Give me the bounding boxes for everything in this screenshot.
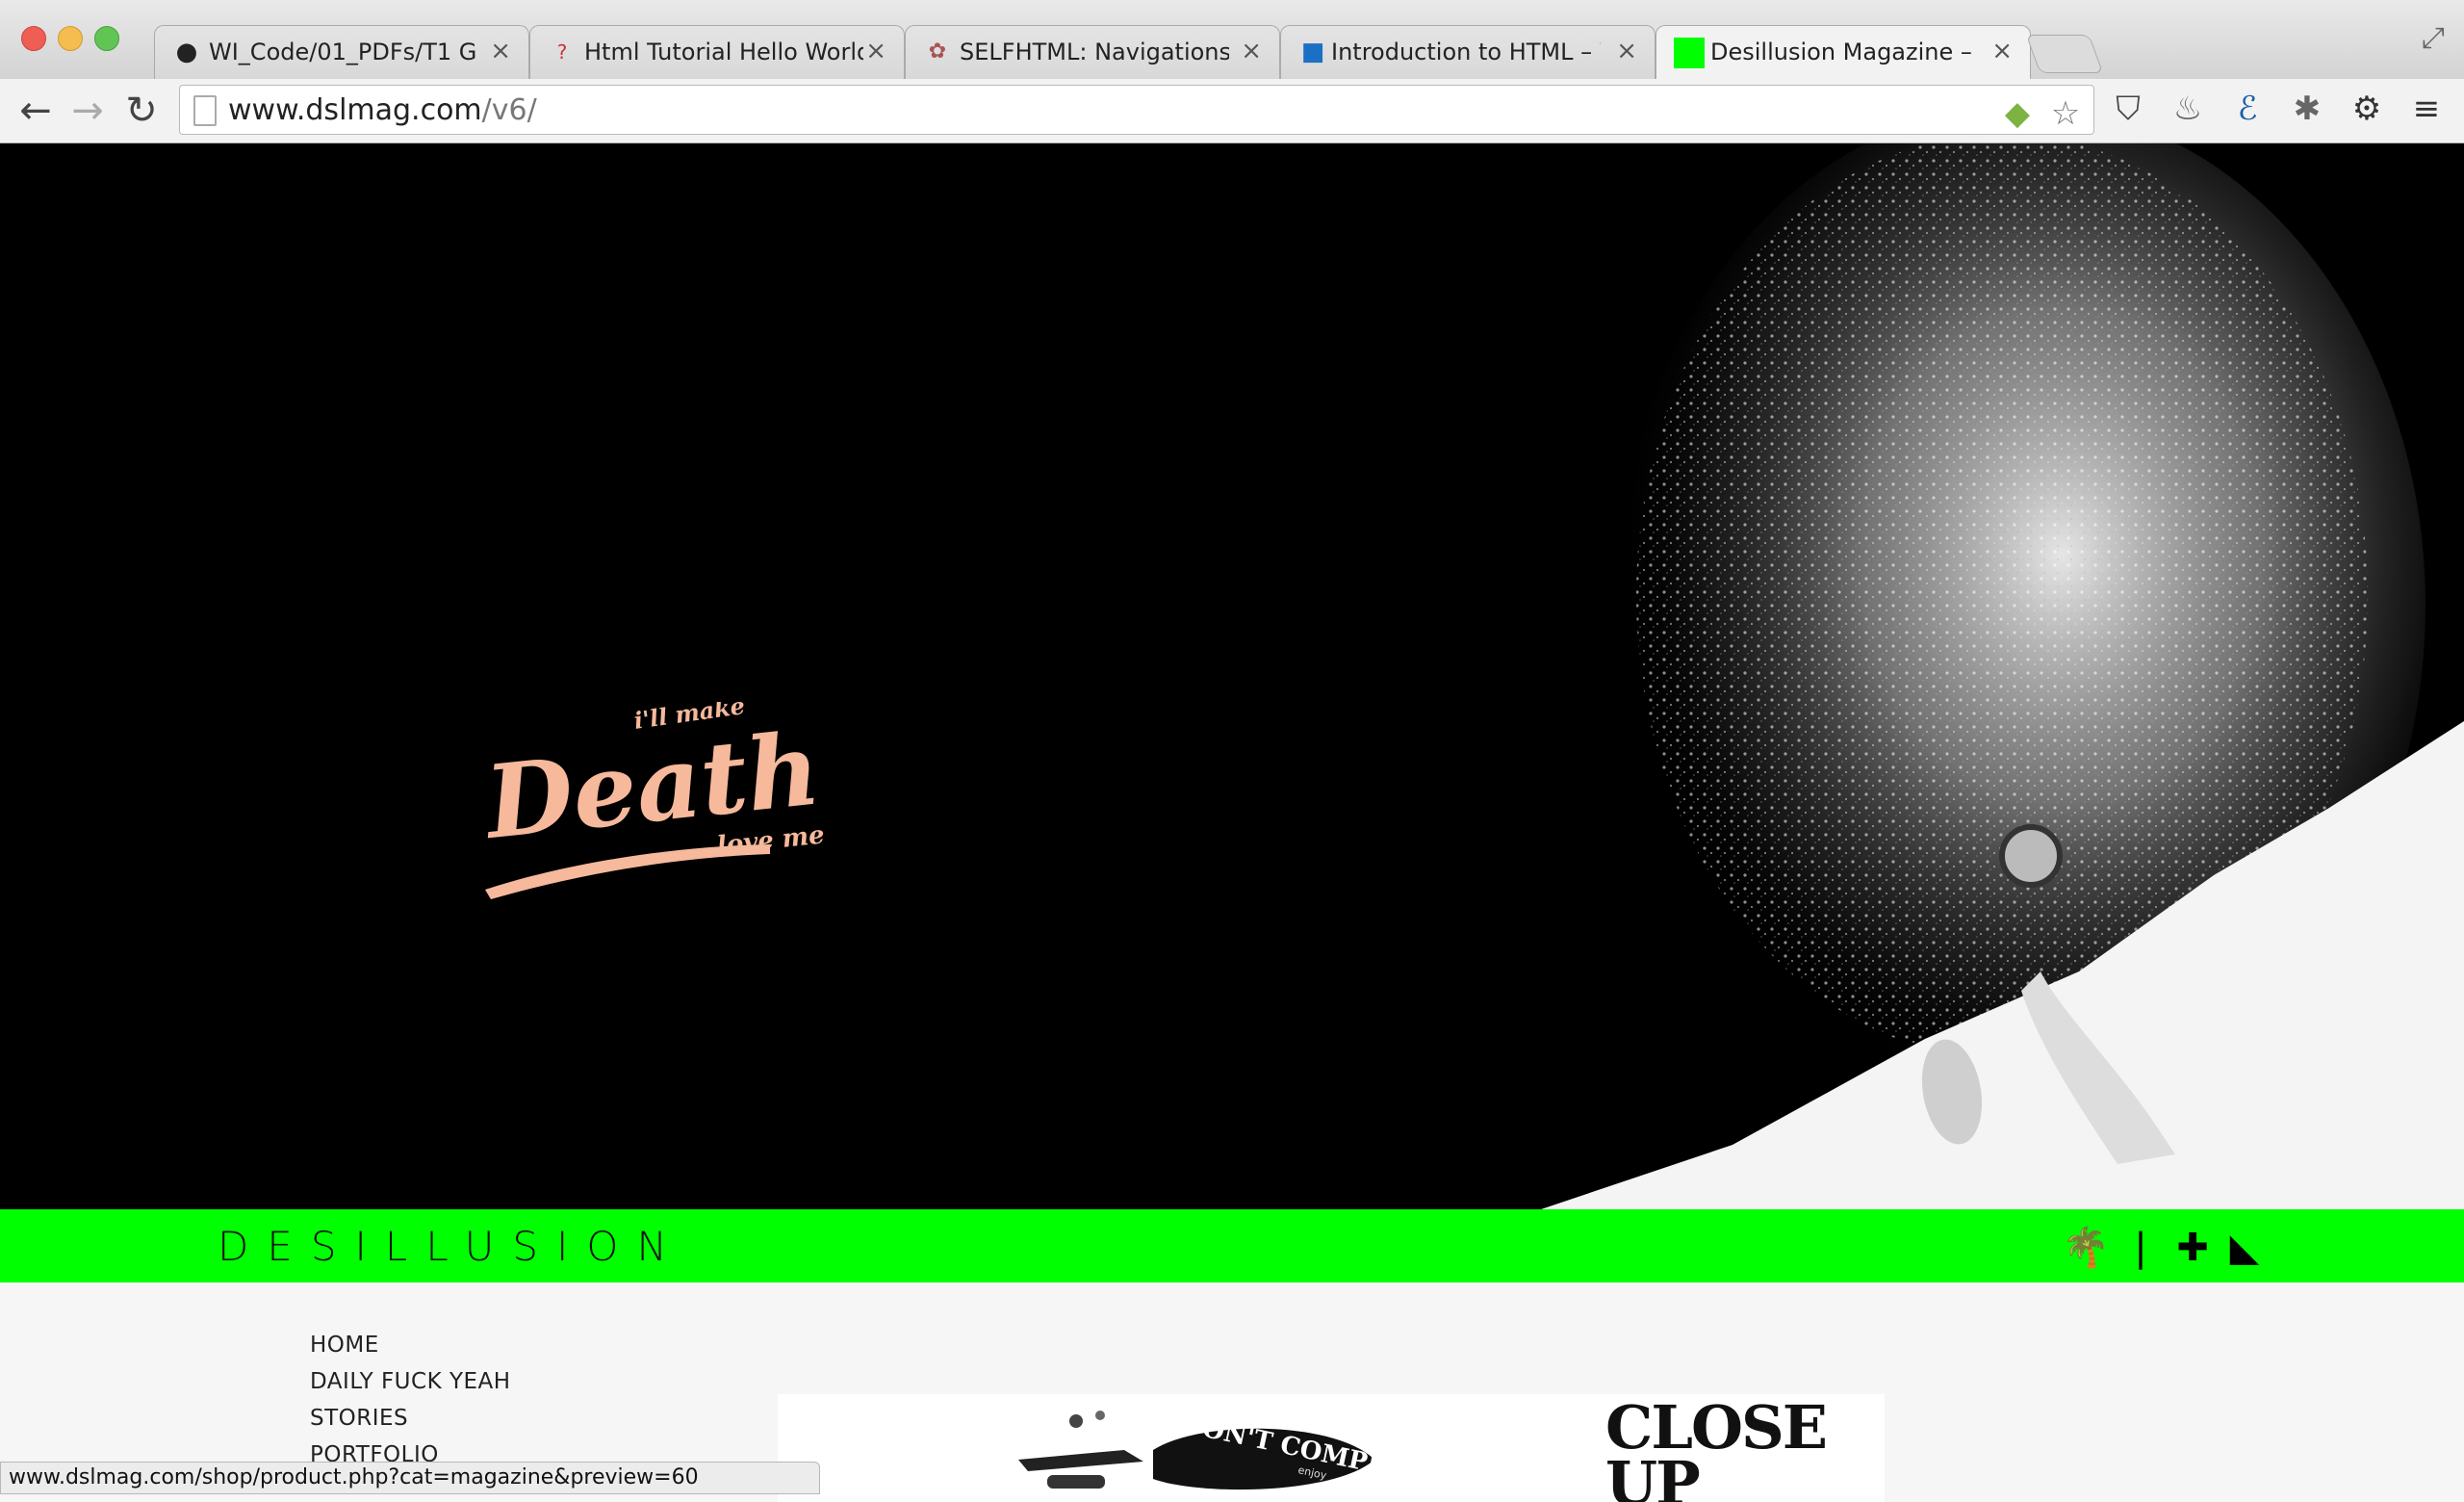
menu-item-daily[interactable]: DAILY FUCK YEAH — [310, 1363, 511, 1400]
close-icon[interactable]: × — [490, 36, 511, 66]
menu-icon[interactable]: ≡ — [2406, 89, 2447, 129]
url-text: www.dslmag.com/v6/ — [228, 93, 537, 127]
close-icon[interactable]: × — [1991, 36, 2013, 66]
skateboard-image[interactable]: DON'T COMPETE enjoy — [1009, 1402, 1394, 1502]
tab-title: SELFHTML: Navigationshilf — [960, 39, 1229, 65]
tab-title: Introduction to HTML – We — [1331, 39, 1601, 65]
shop-preview-panel[interactable]: DON'T COMPETE enjoy CLOSE UP — [778, 1394, 1885, 1502]
tab-title: Desillusion Magazine – Dsl — [1710, 39, 1980, 65]
zoom-window-button[interactable] — [94, 26, 119, 51]
gear-icon[interactable]: ⚙ — [2347, 89, 2387, 129]
github-icon: ● — [175, 38, 198, 66]
close-icon[interactable]: × — [1616, 36, 1637, 66]
close-window-button[interactable] — [21, 26, 46, 51]
tab-html-tutorial[interactable]: ? Html Tutorial Hello World × — [529, 25, 905, 79]
tab-github[interactable]: ● WI_Code/01_PDFs/T1 Gru × — [154, 25, 529, 79]
brand-logo[interactable]: DESILLUSION — [218, 1225, 685, 1269]
browser-toolbar: ← → ↻ www.dslmag.com/v6/ ◆ ☆ ⛉ ♨ ℰ ✱ ⚙ ≡ — [0, 79, 2464, 143]
hero-section: i'll make Death love me — [0, 143, 2464, 1209]
death-logo: i'll make Death love me — [481, 702, 826, 899]
html-tutorial-icon: ? — [556, 40, 568, 64]
pocket-icon[interactable]: ⛉ — [2108, 89, 2148, 129]
evernote-icon[interactable]: ◆ — [1997, 93, 2038, 134]
forward-icon[interactable]: → — [65, 89, 110, 133]
new-tab-button[interactable] — [2025, 35, 2104, 73]
menu-item-home[interactable]: HOME — [310, 1327, 511, 1363]
hammer-icon[interactable]: ✱ — [2287, 89, 2327, 129]
close-icon[interactable]: × — [1241, 36, 1262, 66]
menu-item-stories[interactable]: STORIES — [310, 1400, 511, 1437]
brand-bar: DESILLUSION 🌴 | ✚ ◣ — [0, 1209, 2464, 1282]
green-square-icon — [1674, 38, 1705, 68]
snow-splash-image — [1541, 143, 2464, 1209]
address-bar[interactable]: www.dslmag.com/v6/ ◆ ☆ — [179, 85, 2094, 135]
palm-tree-icon[interactable]: 🌴 — [2062, 1227, 2110, 1269]
shortcut-icon[interactable]: ℰ — [2227, 89, 2268, 129]
webplatform-icon: ■ — [1300, 38, 1325, 66]
browser-titlebar: ● WI_Code/01_PDFs/T1 Gru × ? Html Tutori… — [0, 0, 2464, 81]
minimize-window-button[interactable] — [58, 26, 83, 51]
fullscreen-icon[interactable]: ⤢ — [2422, 21, 2445, 55]
tab-title: WI_Code/01_PDFs/T1 Gru — [209, 39, 476, 65]
tab-desillusion[interactable]: Desillusion Magazine – Dsl × — [1656, 25, 2031, 81]
tab-selfhtml[interactable]: ✿ SELFHTML: Navigationshilf × — [905, 25, 1280, 79]
selfhtml-icon: ✿ — [928, 39, 947, 64]
surfboard-icon[interactable]: | — [2119, 1227, 2162, 1269]
status-url: www.dslmag.com/shop/product.php?cat=maga… — [9, 1465, 699, 1489]
tab-webplatform[interactable]: ■ Introduction to HTML – We × — [1280, 25, 1656, 79]
reload-icon[interactable]: ↻ — [119, 89, 164, 133]
back-icon[interactable]: ← — [13, 89, 58, 133]
bookmark-star-icon[interactable]: ☆ — [2045, 93, 2086, 134]
lastpass-icon[interactable]: ♨ — [2168, 89, 2208, 129]
main-menu: HOME DAILY FUCK YEAH STORIES PORTFOLIO — [310, 1327, 511, 1473]
cross-icon[interactable]: ✚ — [2171, 1227, 2214, 1269]
page-icon — [193, 95, 217, 126]
status-bar: www.dslmag.com/shop/product.php?cat=maga… — [0, 1462, 820, 1494]
shark-fin-icon[interactable]: ◣ — [2223, 1227, 2266, 1269]
close-icon[interactable]: × — [865, 36, 886, 66]
tab-title: Html Tutorial Hello World — [584, 39, 863, 65]
closeup-text[interactable]: CLOSE UP — [1605, 1398, 1828, 1502]
